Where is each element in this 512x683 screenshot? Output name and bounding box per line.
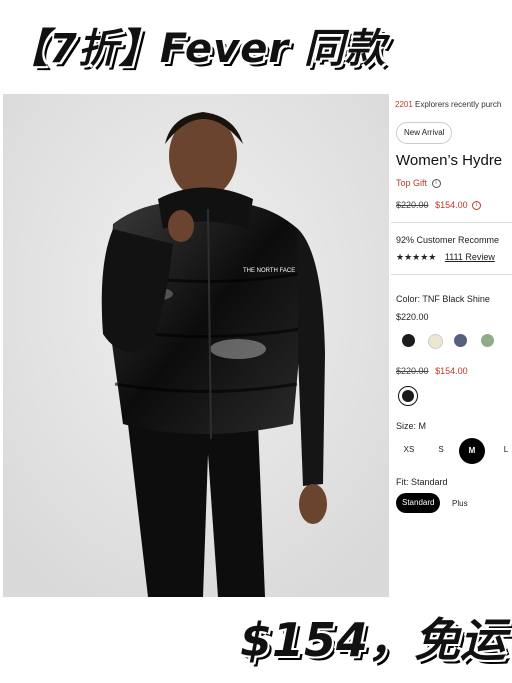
selected-swatch-black[interactable]	[398, 386, 418, 406]
brand-logo: THE NORTH FACE	[243, 268, 295, 274]
top-banner-text: 【7折】Fever 同款	[8, 26, 387, 72]
size-xs[interactable]: XS	[397, 445, 421, 454]
size-l[interactable]: L	[494, 445, 512, 454]
size-label: Size: M	[396, 421, 427, 431]
recommend-rate: 92% Customer Recomme	[396, 235, 500, 245]
product-photo: THE NORTH FACE	[3, 94, 389, 597]
swatch-cream[interactable]	[428, 334, 443, 349]
explorers-text: Explorers recently purch	[415, 100, 502, 109]
top-gift-label[interactable]: Top Gift i	[396, 178, 441, 189]
new-arrival-badge: New Arrival	[396, 122, 453, 144]
selected-sale-price: $154.00	[435, 366, 468, 376]
swatch-navy-grey[interactable]	[454, 334, 467, 347]
selected-price-row: $220.00 $154.00	[396, 366, 468, 376]
recent-purchases-notice: 2201 Explorers recently purch	[395, 100, 501, 109]
product-details-panel: 2201 Explorers recently purch New Arriva…	[391, 94, 512, 597]
price-info-icon[interactable]: i	[472, 201, 482, 211]
bottom-price-banner: $154，免运	[239, 613, 506, 667]
rating-row[interactable]: ★★★★★ 1111 Review	[396, 252, 495, 263]
color-price: $220.00	[396, 312, 429, 322]
price-row: $220.00 $154.00 i	[396, 200, 482, 211]
divider	[391, 274, 512, 275]
swatch-black[interactable]	[402, 334, 415, 347]
sale-price: $154.00	[435, 200, 468, 210]
size-m-selected[interactable]: M	[459, 438, 485, 464]
size-s[interactable]: S	[429, 445, 453, 454]
fit-standard-button[interactable]: Standard	[396, 493, 441, 513]
explorers-count: 2201	[395, 100, 413, 109]
original-price: $220.00	[396, 200, 429, 210]
selected-original-price: $220.00	[396, 366, 429, 376]
model-wearing-jacket-image: THE NORTH FACE	[3, 94, 389, 597]
star-rating-icon: ★★★★★	[396, 252, 437, 262]
fit-plus-button[interactable]: Plus	[452, 499, 468, 508]
color-label: Color: TNF Black Shine	[396, 294, 490, 304]
divider	[391, 222, 512, 223]
info-icon[interactable]: i	[431, 179, 441, 189]
fit-label: Fit: Standard	[396, 477, 448, 487]
top-banner: 【7折】Fever 同款	[0, 0, 512, 88]
top-gift-text: Top Gift	[396, 178, 428, 188]
swatch-sage[interactable]	[481, 334, 494, 347]
reviews-link[interactable]: 1111 Review	[445, 252, 495, 262]
product-title: Women’s Hydre	[396, 152, 503, 169]
